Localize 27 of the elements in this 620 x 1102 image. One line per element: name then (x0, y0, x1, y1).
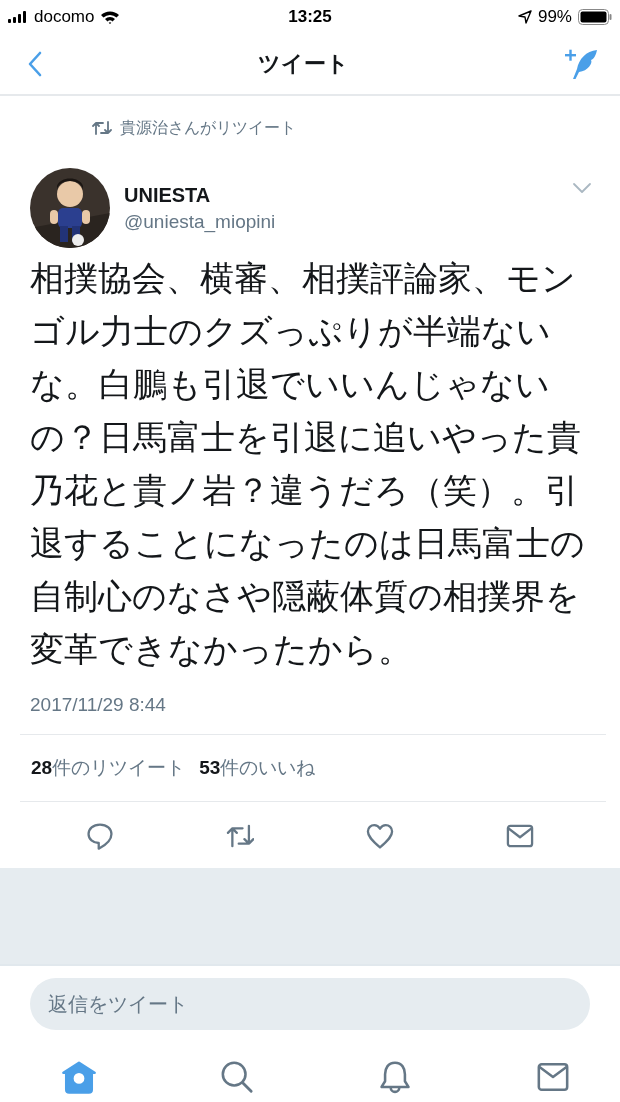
signal-icon (8, 11, 28, 23)
search-icon[interactable] (220, 1060, 254, 1094)
status-time: 13:25 (288, 7, 332, 27)
compose-feather-icon[interactable] (564, 47, 598, 81)
tweet-text: 相撲協会、横審、相撲評論家、モンゴル力士のクズっぷりが半端ないな。白鵬も引退でいいんじゃないの？日馬富士を引退に追いやった貴乃花と貴ノ岩？違うだろ（笑）。引退することになったのは日馬富士の自制心のなさや隠蔽体質の相撲界を変革できなかったから。 (30, 258, 586, 670)
envelope-icon[interactable] (506, 822, 534, 850)
back-icon[interactable] (28, 51, 42, 77)
stat-count-link[interactable]: 53件のいいね (199, 755, 316, 781)
tweet-timestamp: 2017/11/29 8:44 (20, 694, 606, 735)
battery-icon (578, 9, 612, 25)
heart-icon[interactable] (366, 822, 394, 850)
home-icon[interactable] (62, 1060, 96, 1094)
retweeted-by-text: 貴源治さんがリツイート (120, 117, 296, 138)
wifi-icon (100, 10, 121, 24)
bell-icon[interactable] (378, 1060, 412, 1094)
reply-icon[interactable] (86, 822, 114, 850)
author-name[interactable]: UNIESTA (124, 183, 558, 207)
reply-field[interactable]: 返信をツイート (30, 978, 590, 1030)
carrier-name: docomo (34, 7, 95, 27)
author-handle[interactable]: @uniesta_miopini (124, 210, 558, 233)
page-title: ツイート (257, 50, 349, 78)
battery-percent: 99% (537, 7, 572, 27)
envelope-icon[interactable] (536, 1060, 570, 1094)
location-arrow-icon (517, 10, 532, 24)
retweet-icon (92, 120, 112, 136)
retweet-icon[interactable] (226, 822, 254, 850)
stat-count-link[interactable]: 28件のリツイート (31, 755, 186, 781)
